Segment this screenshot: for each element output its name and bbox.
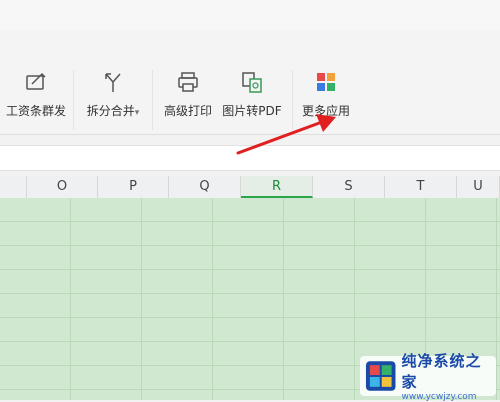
image-to-pdf-button[interactable]: 图片转PDF — [218, 70, 286, 120]
separator — [73, 70, 74, 130]
split-merge-button[interactable]: 拆分合并▾ — [80, 70, 146, 120]
column-header-s[interactable]: S — [313, 176, 385, 198]
column-header-o[interactable]: O — [27, 176, 98, 198]
more-apps-label: 更多应用 — [301, 104, 350, 118]
column-header-p[interactable]: P — [98, 176, 169, 198]
payslip-label: 工资条群发 — [5, 104, 66, 118]
watermark: 纯净系统之家 www.ycwjzy.com — [360, 352, 496, 402]
split-merge-text: 拆分合并 — [86, 104, 135, 118]
split-merge-icon — [105, 73, 121, 92]
watermark-logo-icon — [365, 361, 396, 391]
column-header-r[interactable]: R — [241, 176, 313, 198]
column-header-q[interactable]: Q — [169, 176, 241, 198]
ribbon-toolbar: 工资条群发 拆分合并▾ 高级打印 图片转PDF 更多应用 — [0, 30, 500, 135]
advanced-print-button[interactable]: 高级打印 — [160, 70, 216, 120]
column-header-row: O P Q R S T U — [0, 176, 500, 199]
separator — [152, 70, 153, 130]
column-header-t[interactable]: T — [385, 176, 457, 198]
watermark-url: www.ycwjzy.com — [401, 392, 477, 402]
column-header[interactable] — [0, 176, 27, 198]
printer-icon — [178, 72, 198, 92]
chevron-down-icon: ▾ — [134, 108, 140, 118]
title-bar — [0, 0, 500, 30]
image-to-pdf-label: 图片转PDF — [222, 104, 282, 118]
watermark-title: 纯净系统之家 — [401, 352, 482, 391]
more-apps-icon — [317, 73, 335, 91]
payslip-button[interactable]: 工资条群发 — [2, 70, 70, 120]
separator — [292, 70, 293, 130]
payslip-icon — [26, 72, 46, 90]
advanced-print-label: 高级打印 — [163, 104, 212, 118]
more-apps-button[interactable]: 更多应用 — [298, 70, 354, 120]
column-header-u[interactable]: U — [457, 176, 500, 198]
formula-bar[interactable] — [0, 145, 500, 171]
split-merge-label: 拆分合并▾ — [87, 102, 140, 119]
image-to-pdf-icon — [242, 72, 262, 93]
